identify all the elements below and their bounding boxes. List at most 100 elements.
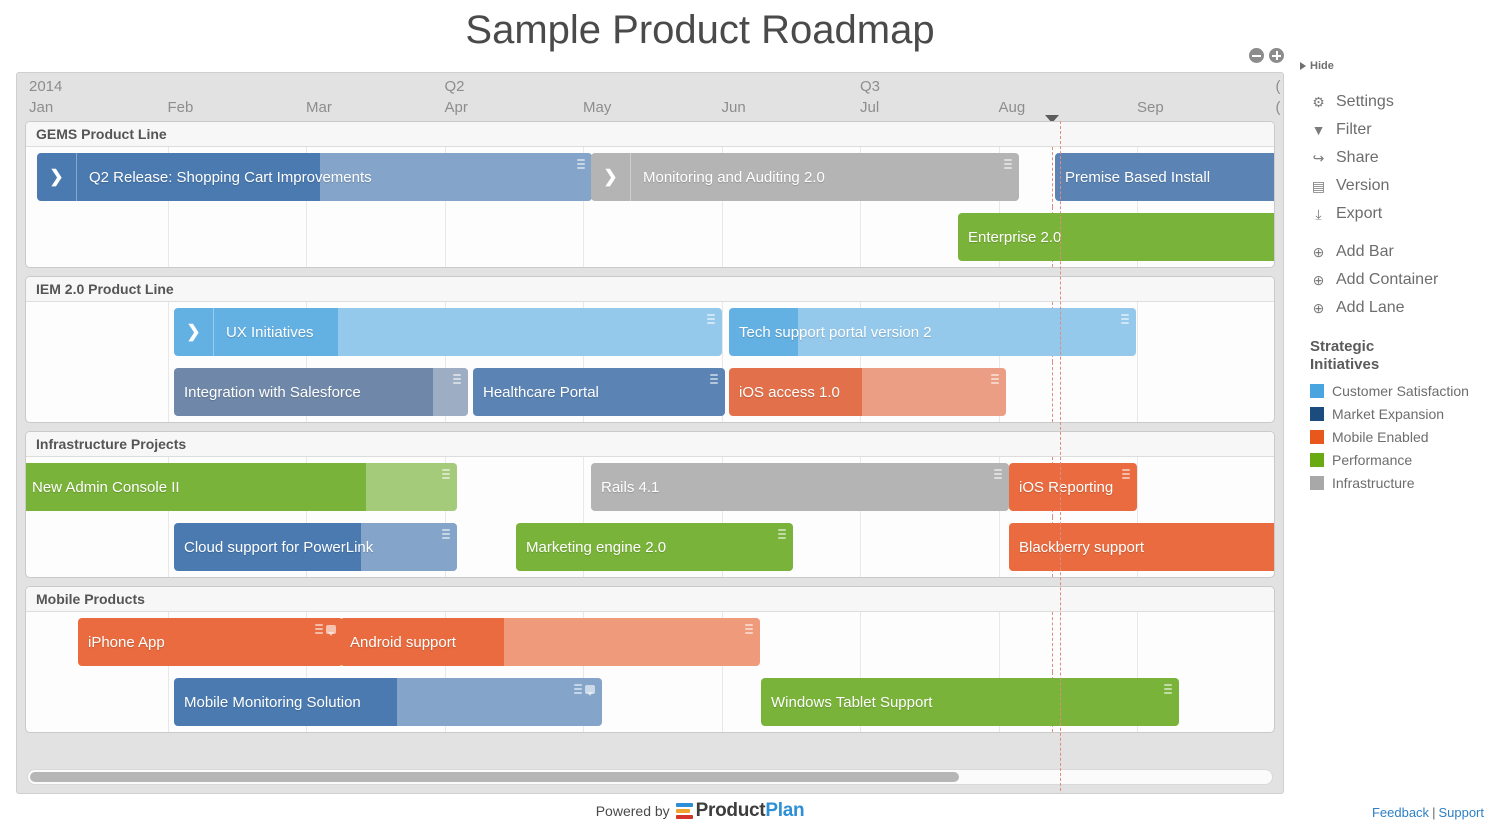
grid-line — [860, 612, 861, 672]
roadmap-bar[interactable]: Cloud support for PowerLink — [174, 523, 457, 571]
legend-list: Customer Satisfaction Market Expansion Mob… — [1300, 379, 1498, 494]
bar-label: Enterprise 2.0 — [968, 228, 1062, 246]
roadmap-container-bar[interactable]: ❯ Monitoring and Auditing 2.0 — [591, 153, 1019, 201]
roadmap-bar[interactable]: Premise Based Install — [1055, 153, 1274, 201]
bar-label: Healthcare Portal — [483, 383, 599, 401]
expand-chevron-icon[interactable]: ❯ — [37, 153, 77, 201]
bar-grip-icon[interactable] — [1121, 314, 1129, 324]
feedback-link[interactable]: Feedback — [1372, 805, 1429, 820]
expand-chevron-icon[interactable]: ❯ — [174, 308, 214, 356]
bar-grip-icon[interactable] — [994, 469, 1002, 479]
zoom-in-button[interactable] — [1269, 48, 1284, 63]
hide-panel-button[interactable]: Hide — [1300, 60, 1498, 72]
sidebar-item-filter[interactable]: ▼ Filter — [1300, 116, 1498, 144]
legend-color-swatch — [1310, 475, 1324, 490]
roadmap-bar[interactable]: iPhone App — [78, 618, 343, 666]
support-link[interactable]: Support — [1438, 805, 1484, 820]
bar-grip-icon[interactable] — [453, 374, 461, 384]
roadmap-app: Sample Product Roadmap 2014 Jan Feb Mar Q2 Ap… — [0, 0, 1498, 828]
legend-item[interactable]: Infrastructure — [1300, 471, 1498, 494]
legend-item[interactable]: Customer Satisfaction — [1300, 379, 1498, 402]
page-title: Sample Product Roadmap — [465, 8, 935, 52]
share-icon: ↪ — [1312, 149, 1325, 166]
lane: Mobile Products iPhone App Android support… — [25, 586, 1275, 733]
zoom-out-button[interactable] — [1249, 48, 1264, 63]
roadmap-bar[interactable]: iOS Reporting — [1009, 463, 1137, 511]
legend-item[interactable]: Market Expansion — [1300, 402, 1498, 425]
bar-grip-icon[interactable] — [577, 159, 585, 169]
sidebar-item-add-lane[interactable]: ⊕ Add Lane — [1300, 294, 1498, 322]
lane-title[interactable]: Infrastructure Projects — [26, 432, 1274, 457]
grid-line — [860, 207, 861, 267]
roadmap-bar[interactable]: Rails 4.1 — [591, 463, 1009, 511]
legend-item-label: Performance — [1332, 451, 1413, 468]
legend-item[interactable]: Mobile Enabled — [1300, 425, 1498, 448]
bar-label: Integration with Salesforce — [184, 383, 361, 401]
bar-label: UX Initiatives — [226, 323, 314, 341]
bar-grip-icon[interactable] — [574, 684, 582, 694]
bar-grip-icon[interactable] — [442, 469, 450, 479]
bar-grip-icon[interactable] — [315, 624, 323, 634]
bar-grip-icon[interactable] — [710, 374, 718, 384]
lane: Infrastructure Projects New Admin Console… — [25, 431, 1275, 578]
roadmap-bar[interactable]: Integration with Salesforce — [174, 368, 468, 416]
lane-title[interactable]: GEMS Product Line — [26, 122, 1274, 147]
roadmap-container-bar[interactable]: ❯ Q2 Release: Shopping Cart Improvements — [37, 153, 592, 201]
logo-product-text: Product — [695, 800, 766, 821]
grid-line — [1137, 612, 1138, 672]
menu-item-label: Add Lane — [1336, 299, 1405, 316]
expand-chevron-icon[interactable]: ❯ — [591, 153, 631, 201]
menu-divider — [1300, 228, 1498, 238]
lane-title[interactable]: IEM 2.0 Product Line — [26, 277, 1274, 302]
roadmap-bar[interactable]: Mobile Monitoring Solution — [174, 678, 602, 726]
horizontal-scrollbar-thumb[interactable] — [30, 772, 959, 782]
lane-title[interactable]: Mobile Products — [26, 587, 1274, 612]
roadmap-bar[interactable]: Tech support portal version 2 — [729, 308, 1136, 356]
comment-icon[interactable] — [585, 685, 595, 696]
bar-label: New Admin Console II — [32, 478, 180, 496]
lane-body: iPhone App Android support Mobile Monitori… — [26, 612, 1274, 732]
grid-line — [1137, 457, 1138, 517]
timeline-quarter-label: 2014 — [29, 78, 63, 95]
grid-line — [167, 672, 169, 732]
comment-icon[interactable] — [326, 625, 336, 636]
timeline-month-label: Jun — [721, 99, 746, 116]
roadmap-bar[interactable]: iOS access 1.0 — [729, 368, 1006, 416]
bar-grip-icon[interactable] — [707, 314, 715, 324]
sidebar-add-menu: ⊕ Add Bar ⊕ Add Container ⊕ Add Lane — [1300, 238, 1498, 322]
grid-line — [721, 672, 723, 732]
grid-line — [583, 207, 584, 267]
sidebar-item-share[interactable]: ↪ Share — [1300, 144, 1498, 172]
sidebar-item-settings[interactable]: ⚙ Settings — [1300, 88, 1498, 116]
bar-grip-icon[interactable] — [1164, 684, 1172, 694]
today-line — [1052, 612, 1053, 672]
menu-item-label: Add Container — [1336, 271, 1439, 288]
bar-grip-icon[interactable] — [991, 374, 999, 384]
roadmap-bar[interactable]: New Admin Console II — [26, 463, 457, 511]
roadmap-container-bar[interactable]: ❯ UX Initiatives — [174, 308, 722, 356]
horizontal-scrollbar-track[interactable] — [27, 769, 1273, 785]
roadmap-bar[interactable]: Windows Tablet Support — [761, 678, 1179, 726]
grid-line — [167, 517, 169, 577]
grid-line — [167, 362, 169, 422]
roadmap-bar[interactable]: Android support — [340, 618, 760, 666]
roadmap-bar[interactable]: Healthcare Portal — [473, 368, 725, 416]
roadmap-bar[interactable]: Marketing engine 2.0 — [516, 523, 793, 571]
bar-grip-icon[interactable] — [745, 624, 753, 634]
bar-grip-icon[interactable] — [778, 529, 786, 539]
bar-grip-icon[interactable] — [442, 529, 450, 539]
lane-body: ❯ Q2 Release: Shopping Cart Improvements ❯… — [26, 147, 1274, 267]
logo-plan-text: Plan — [765, 800, 805, 821]
lane-row: ❯ UX Initiatives Tech support portal versi… — [26, 302, 1274, 362]
bar-grip-icon[interactable] — [1122, 469, 1130, 479]
roadmap-bar[interactable]: Blackberry support — [1009, 523, 1274, 571]
sidebar-item-version[interactable]: ▤ Version — [1300, 172, 1498, 200]
sidebar-item-export[interactable]: ⤓ Export — [1300, 200, 1498, 228]
sidebar-item-add-container[interactable]: ⊕ Add Container — [1300, 266, 1498, 294]
bar-grip-icon[interactable] — [1004, 159, 1012, 169]
sidebar-item-add-bar[interactable]: ⊕ Add Bar — [1300, 238, 1498, 266]
roadmap-bar[interactable]: Enterprise 2.0 — [958, 213, 1274, 261]
bar-label: iOS access 1.0 — [739, 383, 840, 401]
powered-by-label: Powered by — [595, 803, 670, 819]
legend-item[interactable]: Performance — [1300, 448, 1498, 471]
